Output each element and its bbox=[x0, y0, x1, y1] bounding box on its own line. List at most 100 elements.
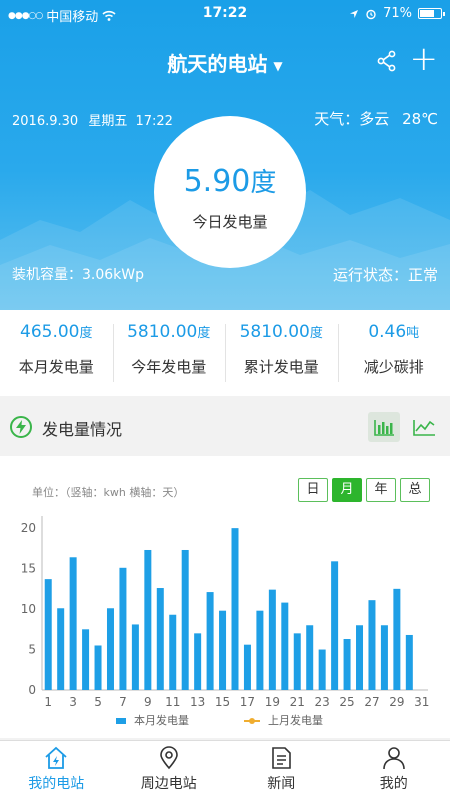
battery-icon bbox=[418, 8, 445, 19]
bar bbox=[94, 645, 102, 690]
x-tick-label: 9 bbox=[144, 695, 152, 706]
line-chart-icon bbox=[413, 420, 435, 436]
location-pin-icon bbox=[159, 746, 178, 770]
status-bar: ●●●○○ 中国移动 17:22 71% bbox=[0, 0, 450, 28]
bar bbox=[306, 625, 314, 690]
tab-label: 我的 bbox=[379, 776, 408, 792]
stat-year: 5810.00度 今年发电量 bbox=[112, 310, 226, 396]
chart-card: 单位：（竖轴：kwh 横轴：天） 日 月 年 总 0 5 10 15 20 1 3 5 7 9 11… bbox=[0, 456, 450, 738]
generation-bar-chart: 051015201 3 5 7 9 11 13 15 17 19 21 23 25 27 29 31 bbox=[21, 516, 429, 706]
weather-display: 天气：多云 28℃ bbox=[314, 108, 438, 129]
y-tick-label: 0 bbox=[28, 683, 36, 697]
hero-banner: ●●●○○ 中国移动 17:22 71% 航天的电站 ▼ + 2016.9.30… bbox=[0, 0, 450, 310]
period-day-button[interactable]: 日 bbox=[298, 478, 328, 502]
battery-percent: 71% bbox=[383, 6, 412, 21]
x-tick-label: 25 bbox=[339, 695, 354, 706]
today-generation-label: 今日发电量 bbox=[192, 213, 268, 231]
stat-value: 5810.00 bbox=[239, 322, 310, 342]
legend-label: 本月发电量 bbox=[134, 714, 189, 727]
stat-unit: 吨 bbox=[406, 326, 420, 341]
bar bbox=[82, 629, 90, 690]
period-month-button[interactable]: 月 bbox=[332, 478, 362, 502]
y-tick-label: 5 bbox=[28, 643, 36, 657]
bar bbox=[119, 567, 127, 690]
bar bbox=[69, 557, 77, 690]
person-icon bbox=[382, 747, 405, 770]
generation-section-header: 发电量情况 bbox=[0, 406, 450, 450]
period-year-button[interactable]: 年 bbox=[366, 478, 396, 502]
y-tick-label: 15 bbox=[21, 562, 36, 576]
bar bbox=[268, 589, 276, 690]
document-icon bbox=[272, 747, 292, 769]
bar bbox=[57, 608, 65, 690]
tab-mine[interactable]: 我的 bbox=[338, 741, 450, 800]
stat-total: 5810.00度 累计发电量 bbox=[225, 310, 338, 396]
date-display: 2016.9.30 星期五 17:22 bbox=[12, 110, 173, 129]
today-generation-value: 5.90度 bbox=[154, 162, 306, 199]
x-tick-label: 17 bbox=[240, 695, 255, 706]
home-bolt-icon bbox=[45, 746, 67, 769]
stat-label: 本月发电量 bbox=[18, 358, 94, 376]
stat-label: 累计发电量 bbox=[243, 358, 319, 376]
add-button[interactable]: + bbox=[410, 42, 439, 76]
bar bbox=[156, 588, 164, 690]
tab-bar: 我的电站 周边电站 新闻 我的 bbox=[0, 740, 450, 800]
legend-label: 上月发电量 bbox=[268, 714, 323, 727]
location-arrow-icon bbox=[350, 9, 359, 18]
tab-label: 我的电站 bbox=[28, 776, 85, 792]
tab-label: 周边电站 bbox=[140, 776, 197, 792]
period-total-button[interactable]: 总 bbox=[400, 478, 430, 502]
stat-value: 465.00 bbox=[20, 322, 80, 342]
x-tick-label: 31 bbox=[414, 695, 429, 706]
x-tick-label: 19 bbox=[265, 695, 280, 706]
legend-bar-swatch bbox=[116, 718, 126, 724]
legend-last-month[interactable]: 上月发电量 bbox=[244, 712, 323, 728]
stat-value: 5810.00 bbox=[127, 322, 198, 342]
x-tick-label: 7 bbox=[119, 695, 127, 706]
line-chart-toggle[interactable] bbox=[408, 412, 440, 442]
bar bbox=[181, 549, 189, 690]
x-tick-label: 11 bbox=[165, 695, 180, 706]
bar bbox=[243, 644, 251, 690]
weather-text: 天气：多云 bbox=[314, 110, 390, 128]
y-tick-label: 20 bbox=[21, 521, 36, 535]
tab-my-station[interactable]: 我的电站 bbox=[0, 741, 113, 800]
bar bbox=[256, 610, 264, 690]
x-tick-label: 1 bbox=[44, 695, 52, 706]
bar bbox=[219, 610, 227, 690]
today-value-number: 5.90 bbox=[183, 164, 251, 199]
bar bbox=[106, 608, 114, 690]
bar bbox=[281, 602, 289, 690]
caret-down-icon: ▼ bbox=[273, 58, 283, 73]
station-title: 航天的电站 bbox=[167, 52, 268, 76]
nav-bar: 航天的电站 ▼ + bbox=[0, 40, 450, 84]
today-value-unit: 度 bbox=[250, 168, 277, 198]
stat-value: 0.46 bbox=[368, 322, 407, 342]
x-tick-label: 13 bbox=[190, 695, 205, 706]
stat-label: 减少碳排 bbox=[363, 358, 424, 376]
bar bbox=[231, 528, 239, 690]
bar bbox=[194, 633, 202, 690]
bar bbox=[356, 625, 364, 690]
section-title: 发电量情况 bbox=[42, 420, 123, 439]
bar bbox=[206, 592, 214, 690]
bar bbox=[144, 549, 152, 690]
legend-line-swatch bbox=[244, 718, 260, 724]
bar bbox=[331, 561, 339, 690]
stat-unit: 度 bbox=[79, 326, 93, 341]
legend-this-month[interactable]: 本月发电量 bbox=[116, 712, 189, 728]
bar bbox=[131, 624, 139, 690]
bar bbox=[318, 649, 326, 690]
share-icon[interactable] bbox=[376, 50, 398, 72]
x-tick-label: 3 bbox=[69, 695, 77, 706]
unit-note: 单位：（竖轴：kwh 横轴：天） bbox=[32, 486, 185, 499]
x-tick-label: 23 bbox=[315, 695, 330, 706]
installed-capacity: 装机容量：3.06kWp bbox=[12, 267, 145, 283]
bar bbox=[368, 600, 376, 690]
tab-news[interactable]: 新闻 bbox=[225, 741, 338, 800]
stat-unit: 度 bbox=[197, 326, 211, 341]
tab-nearby-stations[interactable]: 周边电站 bbox=[113, 741, 226, 800]
bar-chart-toggle[interactable] bbox=[368, 412, 400, 442]
stat-label: 今年发电量 bbox=[131, 358, 207, 376]
x-tick-label: 15 bbox=[215, 695, 230, 706]
